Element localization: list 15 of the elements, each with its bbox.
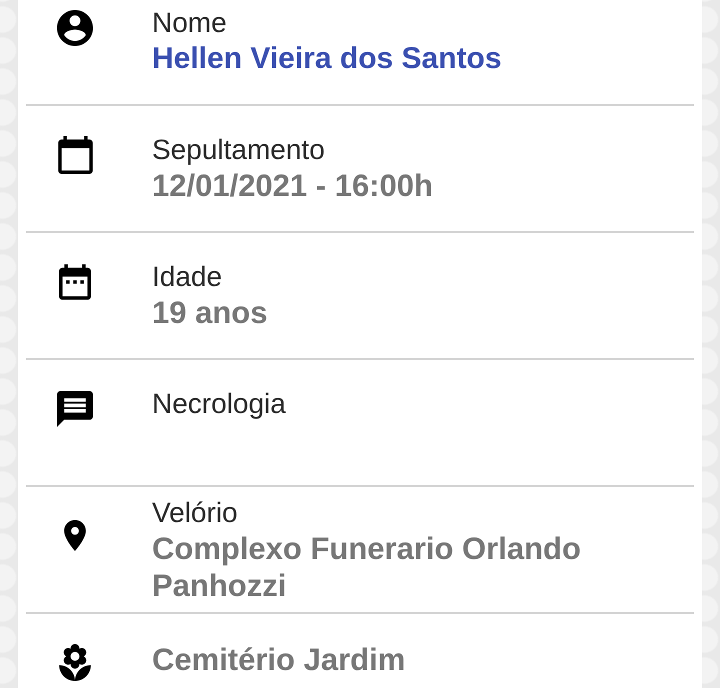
calendar-icon — [58, 136, 92, 174]
chat-bubble-icon — [57, 390, 93, 426]
detail-label: Sepultamento — [152, 132, 326, 166]
detail-label: Necrologia — [152, 386, 287, 420]
detail-value: 12/01/2021 - 16:00h — [152, 166, 434, 204]
person-name: Hellen Vieira dos Santos — [152, 40, 503, 76]
calendar-dots-icon — [59, 264, 91, 300]
detail-label: Velório — [152, 496, 239, 530]
flower-icon — [59, 644, 91, 681]
detail-value: Complexo Funerario Orlando Panhozzi — [152, 530, 582, 604]
detail-value: Cemitério Jardim — [152, 640, 406, 678]
detail-value: 19 anos — [152, 294, 268, 330]
map-pin-icon — [64, 520, 86, 551]
detail-label: Nome — [152, 6, 228, 40]
detail-label: Idade — [152, 260, 224, 294]
